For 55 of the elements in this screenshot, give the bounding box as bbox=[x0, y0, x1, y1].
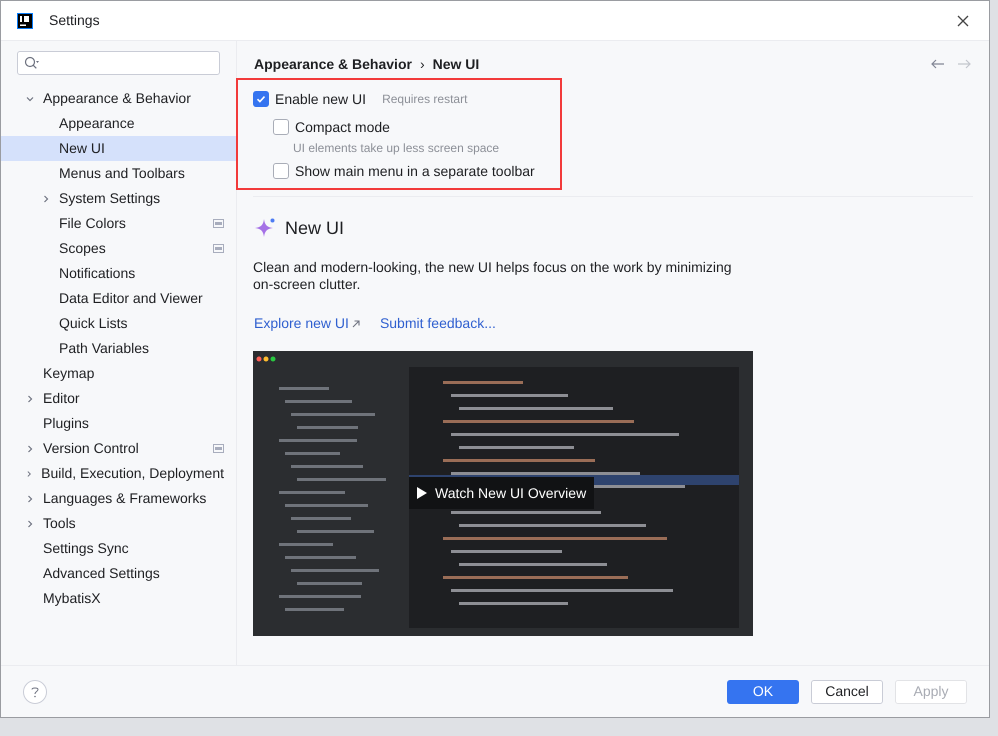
sidebar-item[interactable]: Plugins bbox=[1, 411, 236, 436]
app-logo-icon bbox=[17, 12, 33, 28]
back-arrow-icon[interactable] bbox=[931, 59, 945, 69]
sidebar-item[interactable]: Editor bbox=[1, 386, 236, 411]
window-title: Settings bbox=[49, 11, 100, 30]
restart-note: Requires restart bbox=[382, 91, 468, 108]
sidebar-item[interactable]: Data Editor and Viewer bbox=[1, 286, 236, 311]
dialog-button[interactable]: Cancel bbox=[811, 680, 883, 704]
sidebar-item[interactable]: Version Control bbox=[1, 436, 236, 461]
sidebar-item[interactable]: Scopes bbox=[1, 236, 236, 261]
checkbox-row[interactable]: Compact mode bbox=[273, 114, 560, 140]
question-mark-icon bbox=[31, 686, 39, 698]
breadcrumb-item: Appearance & Behavior bbox=[254, 54, 412, 74]
sidebar-item[interactable]: Settings Sync bbox=[1, 536, 236, 561]
sidebar-item[interactable]: Notifications bbox=[1, 261, 236, 286]
chevron-right-icon[interactable] bbox=[25, 468, 34, 478]
sidebar-item[interactable]: MybatisX bbox=[1, 586, 236, 611]
chevron-right-icon[interactable] bbox=[25, 394, 35, 404]
play-icon bbox=[417, 487, 427, 499]
checkbox[interactable] bbox=[253, 91, 269, 107]
sidebar-item[interactable]: Advanced Settings bbox=[1, 561, 236, 586]
option-hint: UI elements take up less screen space bbox=[292, 140, 500, 156]
checkbox-row[interactable]: Show main menu in a separate toolbar bbox=[273, 158, 560, 184]
chevron-right-icon[interactable] bbox=[25, 518, 35, 528]
search-icon bbox=[24, 56, 40, 70]
chevron-right-icon[interactable] bbox=[41, 194, 51, 204]
sidebar-item[interactable]: System Settings bbox=[1, 186, 236, 211]
chevron-right-icon[interactable] bbox=[25, 444, 35, 454]
chevron-right-icon[interactable] bbox=[25, 494, 35, 504]
watch-video-button[interactable]: Watch New UI Overview bbox=[409, 477, 594, 509]
sidebar-item[interactable]: Languages & Frameworks bbox=[1, 486, 236, 511]
dialog-button[interactable]: OK bbox=[727, 680, 799, 704]
sidebar-item[interactable]: New UI bbox=[1, 136, 236, 161]
link[interactable]: Explore new UI bbox=[254, 313, 360, 334]
description-text: Clean and modern-looking, the new UI helps focus on the work by minimizing on-screen clutter. bbox=[253, 259, 733, 293]
sidebar-item[interactable]: Appearance & Behavior bbox=[1, 86, 236, 111]
sidebar-item[interactable]: File Colors bbox=[1, 211, 236, 236]
help-button[interactable] bbox=[23, 680, 47, 704]
checkbox-row[interactable]: Enable new UI Requires restart bbox=[253, 86, 560, 112]
sidebar-item[interactable]: Path Variables bbox=[1, 336, 236, 361]
section-title: New UI bbox=[285, 217, 344, 240]
sidebar-item[interactable]: Keymap bbox=[1, 361, 236, 386]
search-field[interactable] bbox=[17, 51, 220, 75]
sidebar-item[interactable]: Appearance bbox=[1, 111, 236, 136]
sidebar-item[interactable]: Menus and Toolbars bbox=[1, 161, 236, 186]
breadcrumb-item: New UI bbox=[432, 54, 480, 74]
checkmark-icon bbox=[255, 93, 267, 105]
close-icon bbox=[957, 14, 969, 26]
link[interactable]: Submit feedback... bbox=[380, 313, 496, 334]
breadcrumb-separator: › bbox=[420, 54, 425, 74]
sidebar-item[interactable]: Quick Lists bbox=[1, 311, 236, 336]
sidebar-item[interactable]: Build, Execution, Deployment bbox=[1, 461, 236, 486]
sidebar-item[interactable]: Tools bbox=[1, 511, 236, 536]
checkbox[interactable] bbox=[273, 163, 289, 179]
checkbox[interactable] bbox=[273, 119, 289, 135]
